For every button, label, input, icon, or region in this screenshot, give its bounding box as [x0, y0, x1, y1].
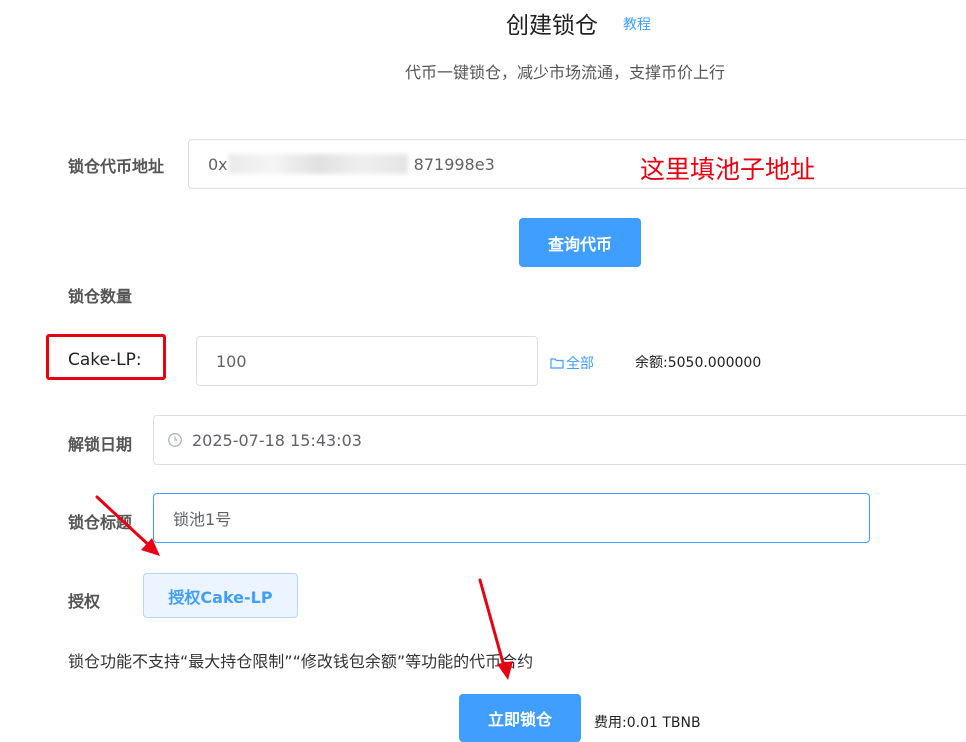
folder-icon — [550, 358, 564, 369]
query-token-button[interactable]: 查询代币 — [519, 218, 641, 267]
unlock-date-picker[interactable]: 2025-07-18 15:43:03 — [153, 415, 966, 465]
token-address-suffix: 871998e3 — [413, 154, 495, 174]
tutorial-link[interactable]: 教程 — [623, 14, 651, 34]
authorize-label: 授权 — [68, 592, 101, 611]
lock-amount-label: 锁仓数量 — [68, 287, 133, 306]
annotation-highlight-box — [46, 334, 166, 380]
token-address-label: 锁仓代币地址 — [68, 157, 165, 176]
lock-now-button[interactable]: 立即锁仓 — [459, 694, 581, 742]
redacted-address — [227, 154, 408, 174]
select-all-button[interactable]: 全部 — [550, 353, 594, 373]
lock-amount-value: 100 — [216, 351, 247, 371]
page-title: 创建锁仓 — [506, 13, 598, 39]
unlock-date-value: 2025-07-18 15:43:03 — [192, 430, 362, 450]
fee-text: 费用:0.01 TBNB — [594, 715, 701, 731]
unlock-date-label: 解锁日期 — [68, 435, 133, 454]
token-address-input[interactable]: 0x 871998e3 — [188, 139, 966, 189]
lock-title-value: 锁池1号 — [173, 510, 232, 529]
lock-title-label: 锁仓标题 — [68, 513, 133, 532]
page-subtitle: 代币一键锁仓，减少市场流通，支撑币价上行 — [405, 63, 726, 82]
authorize-button[interactable]: 授权Cake-LP — [143, 573, 298, 618]
balance-text: 余额:5050.000000 — [635, 355, 762, 371]
select-all-label: 全部 — [566, 356, 594, 372]
token-address-prefix: 0x — [208, 154, 228, 174]
clock-icon — [168, 433, 182, 447]
annotation-text: 这里填池子地址 — [640, 155, 816, 184]
lock-amount-input[interactable]: 100 — [196, 336, 538, 386]
compatibility-note: 锁仓功能不支持“最大持仓限制”“修改钱包余额”等功能的代币合约 — [68, 652, 534, 671]
lock-title-input[interactable]: 锁池1号 — [153, 493, 870, 543]
